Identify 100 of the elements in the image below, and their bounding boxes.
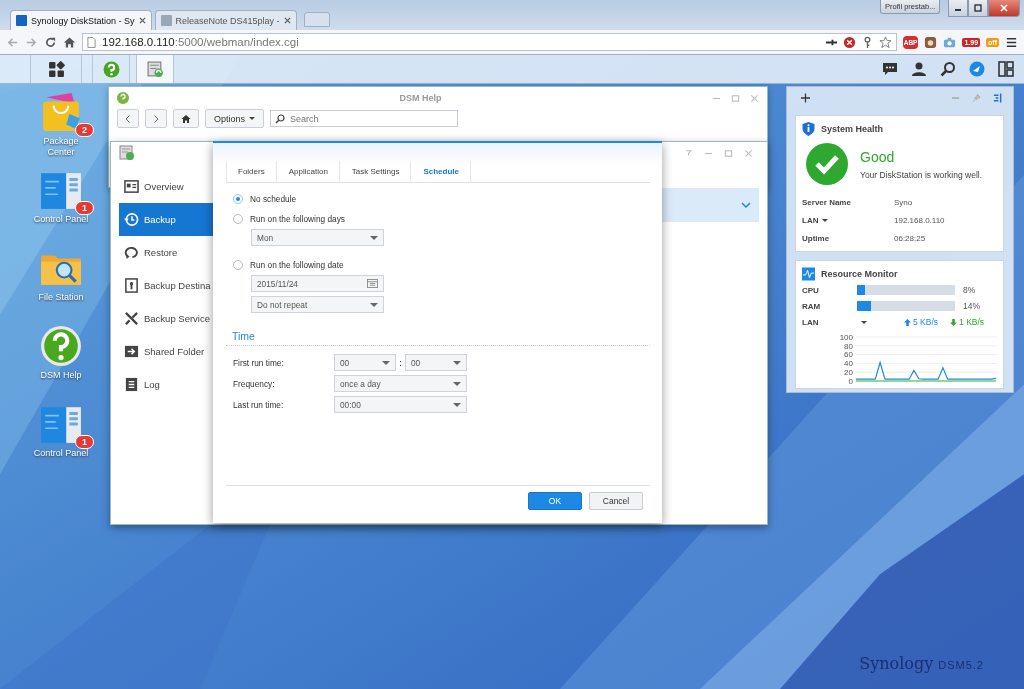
axis-label: 0	[848, 376, 853, 384]
home-icon[interactable]	[63, 35, 76, 49]
desktop-shortcut[interactable]: 1 Control Panel	[18, 403, 104, 477]
caret-icon[interactable]	[822, 218, 829, 222]
chat-icon[interactable]	[882, 61, 898, 77]
radio-button[interactable]	[233, 213, 243, 224]
help-icon	[102, 60, 120, 78]
window-title: DSM Help	[398, 93, 443, 103]
up-arrow-icon	[904, 318, 911, 326]
shortcut-label: File Station	[37, 292, 85, 303]
field-label: First run time:	[233, 357, 285, 368]
radio-label: Run on the following days	[250, 213, 345, 224]
backup-app-button[interactable]	[136, 55, 174, 83]
help-icon	[40, 325, 82, 367]
shortcut-label: Control Panel	[32, 214, 90, 225]
pulse-monitor-icon	[802, 267, 815, 281]
chevron-down-icon[interactable]	[741, 202, 751, 208]
info-shield-icon	[802, 122, 815, 136]
axis-label: 40	[844, 359, 853, 369]
collapse-icon[interactable]	[993, 93, 1002, 103]
caret-icon	[453, 360, 461, 365]
reload-icon[interactable]	[44, 35, 57, 49]
radio-button[interactable]	[233, 193, 243, 204]
close-icon[interactable]	[283, 17, 291, 24]
close-icon[interactable]	[138, 17, 146, 24]
date-field[interactable]: 2015/11/24	[251, 275, 384, 292]
star-icon[interactable]	[878, 35, 892, 49]
browser-tab[interactable]: ReleaseNote DS415play -	[154, 10, 297, 30]
info-value: 192.168.0.110	[894, 215, 946, 225]
meter-label: RAM	[802, 301, 822, 311]
calendar-icon[interactable]	[367, 279, 378, 288]
cancel-button[interactable]: Cancel	[589, 491, 643, 510]
ok-button[interactable]: OK	[528, 491, 582, 510]
down-arrow-icon	[950, 318, 958, 326]
health-message: Your DiskStation is working well.	[860, 169, 983, 180]
search-icon[interactable]	[940, 61, 956, 77]
dropdown[interactable]: Do not repeat	[251, 296, 384, 313]
tab-title: ReleaseNote DS415play -	[175, 15, 280, 26]
add-icon[interactable]	[801, 93, 810, 103]
radio-button[interactable]	[233, 259, 243, 270]
caret-icon	[249, 117, 256, 120]
desktop-shortcut[interactable]: 2 Package Center	[18, 91, 104, 165]
circular-arrow-icon	[124, 245, 139, 260]
tab[interactable]: Task Settings	[339, 161, 412, 182]
last-run-dropdown[interactable]: 00:00	[334, 396, 467, 413]
axis-label: 60	[844, 350, 853, 360]
main-menu-button[interactable]	[30, 55, 82, 83]
options-button[interactable]: Options	[205, 109, 265, 128]
minute-dropdown[interactable]: 00	[405, 354, 467, 371]
caret-icon	[453, 381, 461, 386]
tab[interactable]: Folders	[226, 161, 277, 182]
id-card-icon	[124, 179, 139, 194]
dropdown[interactable]: Mon	[251, 229, 384, 246]
home-icon	[181, 113, 191, 124]
health-status: Good	[860, 148, 896, 165]
caret-icon[interactable]	[861, 320, 867, 324]
caret-icon	[453, 402, 461, 407]
axis-label: 20	[844, 368, 853, 377]
user-icon[interactable]	[911, 61, 927, 77]
caret-icon	[370, 302, 378, 307]
menu-icon[interactable]	[1005, 35, 1018, 49]
maximize-icon[interactable]	[973, 4, 983, 12]
browser-tab[interactable]: Synology DiskStation - Sy	[10, 10, 152, 30]
info-label: Server Name	[802, 197, 851, 207]
search-field[interactable]: Search	[270, 110, 459, 127]
camera-app-icon[interactable]	[924, 35, 938, 49]
shortcut-label: Control Panel	[32, 448, 90, 459]
caret-icon	[370, 235, 378, 240]
caret-icon	[382, 360, 390, 365]
frequency-dropdown[interactable]: once a day	[334, 375, 467, 392]
hour-dropdown[interactable]: 00	[334, 354, 396, 371]
help-app-button[interactable]	[92, 55, 130, 83]
widget-title: System Health	[821, 124, 884, 134]
clock-icon	[124, 212, 139, 227]
dashboard-icon[interactable]	[969, 61, 985, 77]
tools-icon	[124, 311, 139, 326]
meter-label: CPU	[802, 285, 820, 295]
widgets-icon[interactable]	[998, 61, 1014, 77]
upload-rate: 5 KB/s	[904, 317, 939, 327]
block-icon[interactable]	[842, 35, 856, 49]
download-rate: 1 KB/s	[950, 317, 985, 327]
tab[interactable]: Schedule	[411, 161, 471, 182]
info-label: Uptime	[802, 233, 830, 243]
tab[interactable]: Application	[276, 161, 340, 182]
chevron-right-icon	[151, 113, 161, 124]
brand-version: DSM5.2	[938, 659, 984, 671]
tab-title: Synology DiskStation - Sy	[31, 15, 135, 26]
list-icon	[124, 377, 139, 392]
info-value: 06:28:25	[894, 233, 927, 243]
desktop-shortcut[interactable]: 1 Control Panel	[18, 169, 104, 243]
info-label: LAN	[802, 215, 819, 225]
field-label: Frequency:	[233, 378, 276, 389]
chevron-left-icon	[123, 113, 133, 124]
usage-reading: 8%	[963, 285, 976, 295]
page-icon	[87, 36, 96, 48]
home-button[interactable]	[173, 109, 199, 128]
info-panel-icon	[124, 278, 139, 293]
camera-icon[interactable]	[943, 35, 957, 49]
address-field[interactable]: 192.168.0.110:5000/webman/index.cgi	[82, 33, 897, 51]
backup-app-icon	[146, 60, 164, 78]
